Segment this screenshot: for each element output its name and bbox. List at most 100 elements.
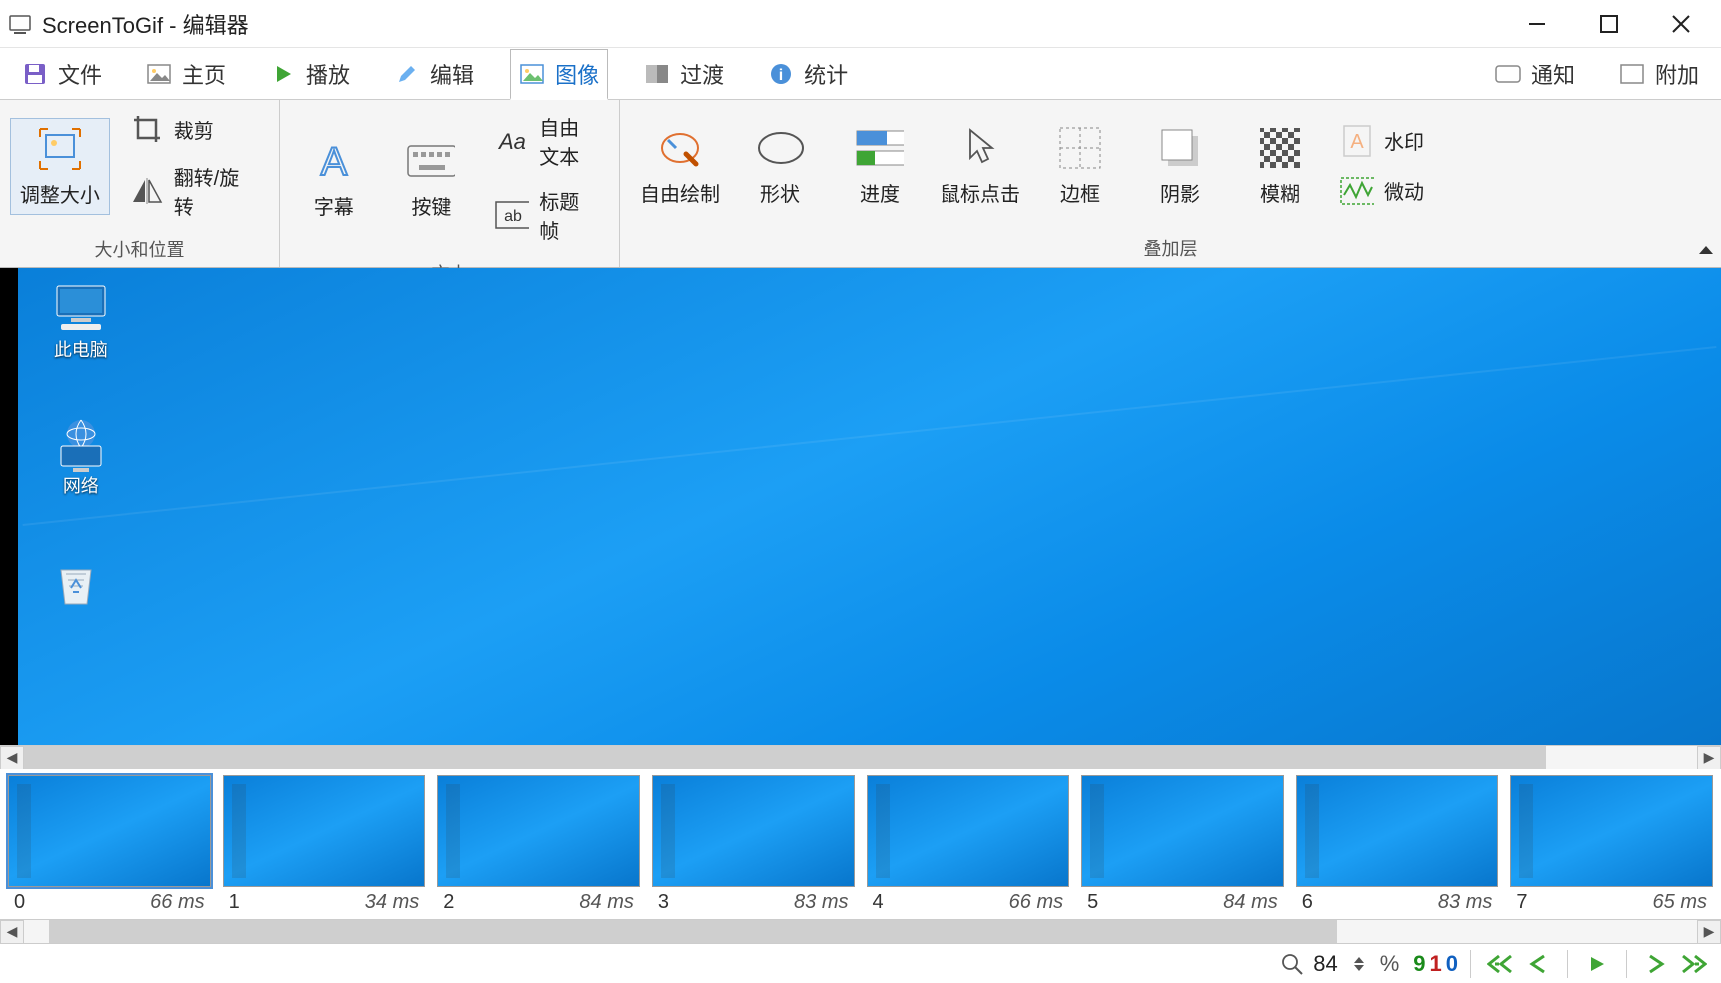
keys-button[interactable]: 按键 bbox=[388, 131, 476, 226]
tab-file[interactable]: 文件 bbox=[14, 48, 110, 99]
freedraw-button[interactable]: 自由绘制 bbox=[630, 118, 730, 213]
tab-extras[interactable]: 附加 bbox=[1611, 48, 1707, 99]
frame-image bbox=[437, 775, 640, 887]
flip-button[interactable]: 翻转/旋转 bbox=[120, 156, 269, 226]
freetext-icon: Aa bbox=[495, 124, 529, 158]
scroll-right-button[interactable]: ▶ bbox=[1697, 746, 1721, 770]
group-caption: 大小和位置 bbox=[0, 232, 279, 268]
frame-thumb[interactable]: 3 83 ms bbox=[652, 775, 855, 919]
jitter-button[interactable]: 微动 bbox=[1330, 168, 1434, 214]
freetext-label: 自由文本 bbox=[539, 112, 599, 170]
frame-image bbox=[867, 775, 1070, 887]
zoom-pct: % bbox=[1380, 951, 1400, 977]
frame-index: 0 bbox=[14, 891, 25, 914]
titleframe-icon: ab bbox=[495, 198, 529, 232]
frame-index: 7 bbox=[1516, 891, 1527, 914]
tab-home[interactable]: 主页 bbox=[138, 48, 234, 99]
play-button[interactable] bbox=[1580, 947, 1614, 981]
frame-clipboard: 0 bbox=[1446, 951, 1458, 977]
shape-button[interactable]: 形状 bbox=[730, 118, 830, 213]
tab-label: 文件 bbox=[58, 58, 102, 90]
nav-last-button[interactable] bbox=[1677, 947, 1711, 981]
border-label: 边框 bbox=[1060, 178, 1100, 207]
click-label: 鼠标点击 bbox=[940, 178, 1020, 207]
recycle-icon bbox=[51, 558, 111, 608]
maximize-button[interactable] bbox=[1589, 4, 1629, 44]
watermark-button[interactable]: A 水印 bbox=[1330, 118, 1434, 164]
shadow-label: 阴影 bbox=[1160, 178, 1200, 207]
scroll-track[interactable] bbox=[24, 920, 1697, 943]
shadow-button[interactable]: 阴影 bbox=[1130, 118, 1230, 213]
brush-icon bbox=[656, 124, 704, 172]
desktop-icon-pc: 此电脑 bbox=[26, 282, 136, 362]
tab-notify[interactable]: 通知 bbox=[1487, 48, 1583, 99]
tab-image[interactable]: 图像 bbox=[510, 49, 608, 100]
shape-label: 形状 bbox=[760, 178, 800, 207]
frame-image bbox=[223, 775, 426, 887]
frame-thumb[interactable]: 2 84 ms bbox=[437, 775, 640, 919]
frame-thumb[interactable]: 7 65 ms bbox=[1510, 775, 1713, 919]
border-icon bbox=[1056, 124, 1104, 172]
frame-thumb[interactable]: 5 84 ms bbox=[1081, 775, 1284, 919]
scroll-track[interactable] bbox=[24, 746, 1697, 769]
desktop-label: 网络 bbox=[63, 472, 99, 498]
border-button[interactable]: 边框 bbox=[1030, 118, 1130, 213]
frame-duration: 65 ms bbox=[1653, 891, 1707, 914]
progress-button[interactable]: 进度 bbox=[830, 118, 930, 213]
extras-icon bbox=[1619, 61, 1645, 87]
tab-transition[interactable]: 过渡 bbox=[636, 48, 732, 99]
tab-stats[interactable]: i 统计 bbox=[760, 48, 856, 99]
ribbon-group-size: 调整大小 裁剪 翻转/旋转 大小和位置 bbox=[0, 100, 280, 267]
frame-image bbox=[1510, 775, 1713, 887]
frame-thumb[interactable]: 4 66 ms bbox=[867, 775, 1070, 919]
zoom-icon[interactable] bbox=[1275, 947, 1309, 981]
minimize-button[interactable] bbox=[1517, 4, 1557, 44]
frame-thumb[interactable]: 6 83 ms bbox=[1296, 775, 1499, 919]
frame-image bbox=[1296, 775, 1499, 887]
click-button[interactable]: 鼠标点击 bbox=[930, 118, 1030, 213]
resize-button[interactable]: 调整大小 bbox=[10, 118, 110, 215]
desktop-icon-network: 网络 bbox=[26, 418, 136, 498]
crop-button[interactable]: 裁剪 bbox=[120, 106, 269, 152]
tab-play[interactable]: 播放 bbox=[262, 48, 358, 99]
frame-duration: 66 ms bbox=[1009, 891, 1063, 914]
scroll-left-button[interactable]: ◀ bbox=[0, 920, 24, 944]
flip-icon bbox=[130, 174, 164, 208]
frame-index: 2 bbox=[443, 891, 454, 914]
window-title: ScreenToGif - 编辑器 bbox=[42, 8, 1517, 40]
frame-thumb[interactable]: 1 34 ms bbox=[223, 775, 426, 919]
tab-label: 过渡 bbox=[680, 58, 724, 90]
canvas-area: 此电脑 网络 ◀ ▶ bbox=[0, 268, 1721, 769]
tab-label: 图像 bbox=[555, 58, 599, 90]
nav-prev-button[interactable] bbox=[1521, 947, 1555, 981]
ribbon-collapse-icon[interactable] bbox=[1697, 242, 1715, 265]
frame-selected: 1 bbox=[1430, 951, 1442, 977]
tab-label: 编辑 bbox=[430, 58, 474, 90]
caption-button[interactable]: A 字幕 bbox=[290, 131, 378, 226]
freetext-button[interactable]: Aa 自由文本 bbox=[485, 106, 609, 176]
frame-image bbox=[1081, 775, 1284, 887]
frame-duration: 83 ms bbox=[1438, 891, 1492, 914]
titleframe-button[interactable]: ab 标题帧 bbox=[485, 180, 609, 250]
ribbon: 调整大小 裁剪 翻转/旋转 大小和位置 A 字幕 bbox=[0, 100, 1721, 268]
scroll-left-button[interactable]: ◀ bbox=[0, 746, 24, 770]
progress-icon bbox=[856, 124, 904, 172]
tab-edit[interactable]: 编辑 bbox=[386, 48, 482, 99]
blur-button[interactable]: 模糊 bbox=[1230, 118, 1330, 213]
nav-first-button[interactable] bbox=[1483, 947, 1517, 981]
canvas[interactable]: 此电脑 网络 bbox=[0, 268, 1721, 745]
timeline-hscroll[interactable]: ◀ ▶ bbox=[0, 919, 1721, 943]
frame-index: 1 bbox=[229, 891, 240, 914]
frame-duration: 66 ms bbox=[150, 891, 204, 914]
resize-label: 调整大小 bbox=[20, 179, 100, 208]
close-button[interactable] bbox=[1661, 4, 1701, 44]
nav-next-button[interactable] bbox=[1639, 947, 1673, 981]
cursor-icon bbox=[956, 124, 1004, 172]
scroll-right-button[interactable]: ▶ bbox=[1697, 920, 1721, 944]
crop-label: 裁剪 bbox=[174, 115, 214, 144]
frame-thumb[interactable]: 0 66 ms bbox=[8, 775, 211, 919]
canvas-hscroll[interactable]: ◀ ▶ bbox=[0, 745, 1721, 769]
zoom-stepper[interactable] bbox=[1342, 947, 1376, 981]
blur-label: 模糊 bbox=[1260, 178, 1300, 207]
zoom-value: 84 bbox=[1313, 951, 1337, 977]
